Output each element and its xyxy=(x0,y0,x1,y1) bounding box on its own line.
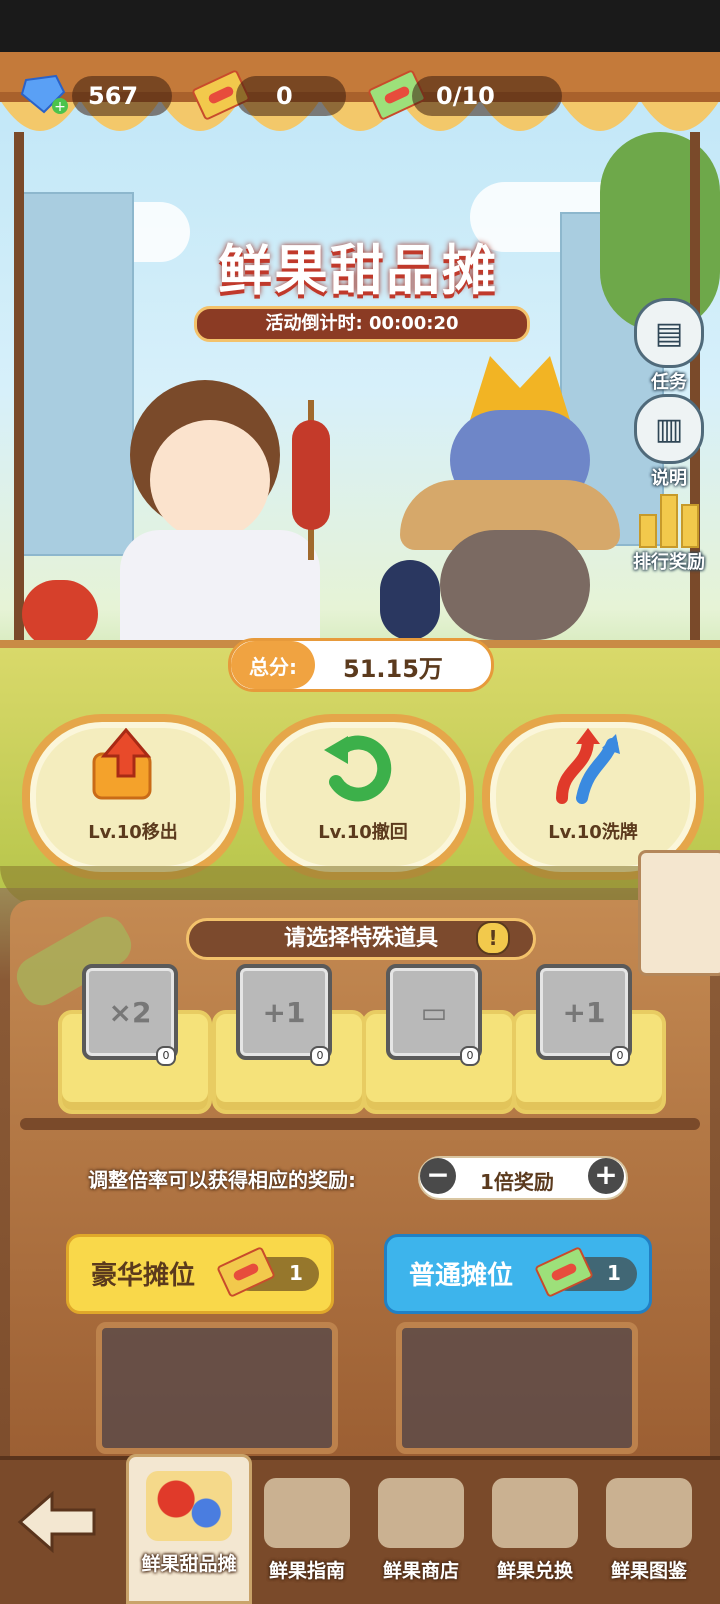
multiplier-value: 1倍奖励 xyxy=(480,1170,554,1194)
chef-character xyxy=(70,360,340,650)
special-item-slot[interactable]: +1 0 xyxy=(512,964,666,1114)
deluxe-cost-value: 1 xyxy=(289,1261,303,1285)
ticket-count: 0 xyxy=(276,82,293,110)
nav-label: 鲜果商店 xyxy=(382,1560,459,1582)
nav-label: 鲜果指南 xyxy=(268,1560,345,1582)
item-count: 0 xyxy=(310,1046,330,1066)
nav-tab-fruit-guide[interactable]: 鲜果指南 xyxy=(252,1478,362,1592)
score-value: 51.15万 xyxy=(343,655,443,683)
guide-book-icon xyxy=(264,1478,350,1548)
rank-reward-label: 排行奖励 xyxy=(633,552,705,573)
back-arrow-icon[interactable] xyxy=(16,1490,100,1554)
clipboard-icon: ▤ xyxy=(634,298,704,368)
score-label: 总分: xyxy=(249,655,297,679)
gem-counter: 567 xyxy=(72,76,172,116)
shuffle-arrows-icon xyxy=(548,728,624,804)
nav-label: 鲜果甜品摊 xyxy=(141,1553,237,1575)
countdown-timer: 活动倒计时: 00:00:20 xyxy=(194,306,530,342)
move-out-arrow-icon xyxy=(88,727,164,804)
rank-reward-button[interactable]: 排行奖励 xyxy=(620,484,718,574)
info-icon[interactable]: ! xyxy=(476,921,510,955)
tomato-decoration xyxy=(22,580,98,648)
item-count: 0 xyxy=(460,1046,480,1066)
instructions-button[interactable]: ▥ 说明 xyxy=(634,394,704,490)
shop-icon xyxy=(378,1478,464,1548)
deluxe-stall-button[interactable]: 豪华摊位 1 xyxy=(66,1234,334,1314)
shelf xyxy=(20,1118,700,1130)
nav-label: 鲜果兑换 xyxy=(496,1560,573,1582)
exchange-icon xyxy=(492,1478,578,1548)
item-count: 0 xyxy=(610,1046,630,1066)
item-glyph: ×2 xyxy=(108,995,152,1029)
special-item-slot[interactable]: +1 0 xyxy=(212,964,366,1114)
fruit-stall-icon xyxy=(146,1471,232,1541)
multiplier-label: 调整倍率可以获得相应的奖励: xyxy=(88,1168,356,1192)
collection-icon xyxy=(606,1478,692,1548)
daily-ticket-counter: 0/10 xyxy=(412,76,562,116)
nav-tab-fruit-collection[interactable]: 鲜果图鉴 xyxy=(594,1478,704,1592)
cabinet-door xyxy=(396,1322,638,1454)
deluxe-stall-label: 豪华摊位 xyxy=(91,1261,196,1291)
ticket-icon xyxy=(534,1246,594,1298)
regular-stall-button[interactable]: 普通摊位 1 xyxy=(384,1234,652,1314)
increase-multiplier-button[interactable]: + xyxy=(588,1158,624,1194)
ticket-counter: 0 xyxy=(236,76,346,116)
decrease-multiplier-button[interactable]: − xyxy=(420,1158,456,1194)
total-score: 总分: 51.15万 xyxy=(228,638,494,692)
item-glyph: ▭ xyxy=(420,995,448,1029)
event-title: 鲜果甜品摊 xyxy=(218,239,498,302)
task-label: 任务 xyxy=(651,372,687,393)
powerup-undo[interactable]: Lv.10撤回 xyxy=(252,714,474,880)
special-prompt-text: 请选择特殊道具 xyxy=(283,926,438,951)
powerup-label: Lv.10移出 xyxy=(88,822,178,843)
gem-icon[interactable]: + xyxy=(18,70,70,116)
regular-stall-label: 普通摊位 xyxy=(409,1261,514,1291)
book-icon: ▥ xyxy=(634,394,704,464)
daily-ticket-count: 0/10 xyxy=(436,82,495,110)
penguin-otter-characters xyxy=(380,340,630,640)
trophy-bars-icon xyxy=(637,484,701,548)
ticket-icon xyxy=(216,1246,276,1298)
menu-board-decoration xyxy=(638,850,720,976)
powerup-label: Lv.10洗牌 xyxy=(548,822,638,843)
powerup-move-out[interactable]: Lv.10移出 xyxy=(22,714,244,880)
bottom-nav: 鲜果甜品摊 鲜果指南 鲜果商店 鲜果兑换 鲜果图鉴 xyxy=(0,1454,720,1604)
nav-label: 鲜果图鉴 xyxy=(610,1560,687,1582)
special-item-slot[interactable]: ×2 0 xyxy=(58,964,212,1114)
special-item-slot[interactable]: ▭ 0 xyxy=(362,964,516,1114)
nav-tab-fruit-shop[interactable]: 鲜果商店 xyxy=(366,1478,476,1592)
powerup-label: Lv.10撤回 xyxy=(318,822,408,843)
item-glyph: +1 xyxy=(562,995,606,1029)
nav-tab-fruit-exchange[interactable]: 鲜果兑换 xyxy=(480,1478,590,1592)
nav-tab-dessert-stall[interactable]: 鲜果甜品摊 xyxy=(126,1454,252,1604)
item-glyph: +1 xyxy=(262,995,306,1029)
task-button[interactable]: ▤ 任务 xyxy=(634,298,704,394)
svg-text:+: + xyxy=(54,99,66,115)
undo-arrow-icon xyxy=(318,728,394,804)
cabinet-door xyxy=(96,1322,338,1454)
gem-count: 567 xyxy=(88,82,139,110)
item-count: 0 xyxy=(156,1046,176,1066)
regular-cost-value: 1 xyxy=(607,1261,621,1285)
